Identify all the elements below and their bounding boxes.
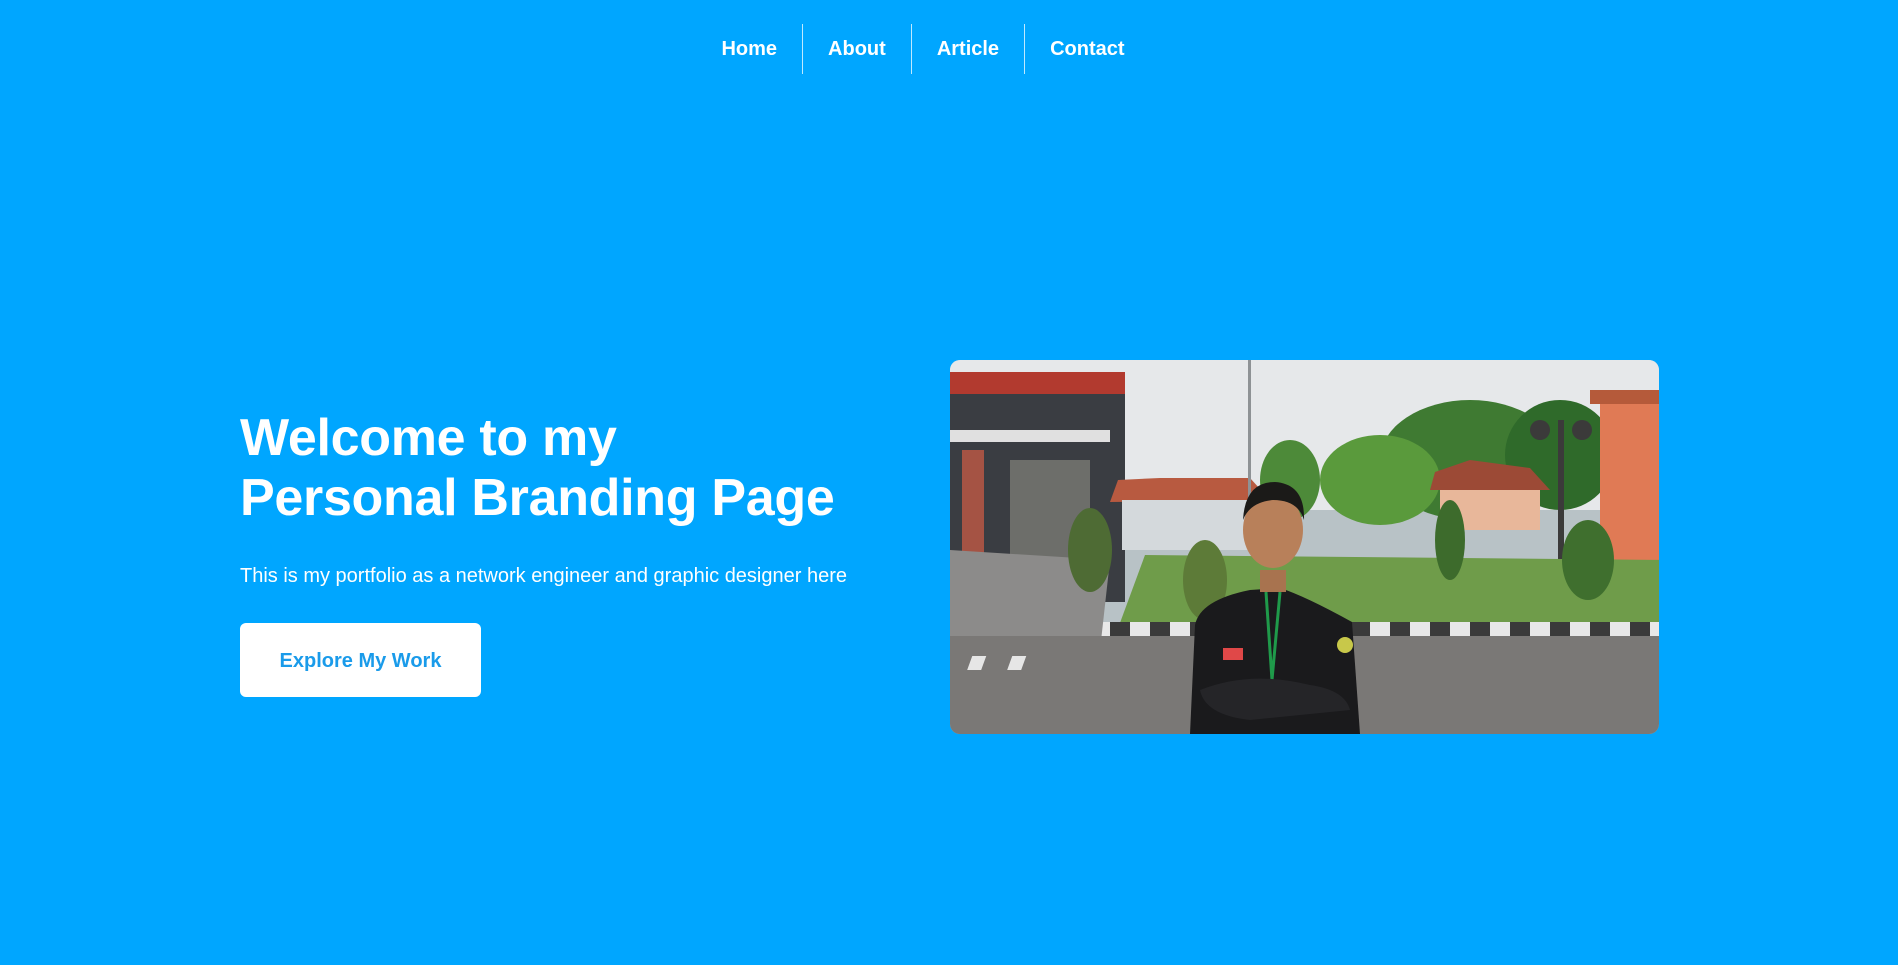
profile-photo bbox=[950, 360, 1659, 734]
nav-item-article[interactable]: Article bbox=[912, 24, 1024, 74]
main-nav: Home About Article Contact bbox=[0, 24, 1898, 74]
hero-description: This is my portfolio as a network engine… bbox=[240, 565, 847, 587]
nav-item-about[interactable]: About bbox=[803, 24, 911, 74]
profile-photo-image bbox=[950, 360, 1659, 734]
nav-item-home[interactable]: Home bbox=[696, 24, 802, 74]
nav-links: Home About Article Contact bbox=[696, 24, 1149, 74]
explore-work-button[interactable]: Explore My Work bbox=[240, 623, 481, 697]
hero-title-line-1: Welcome to my bbox=[240, 409, 617, 467]
nav-item-contact[interactable]: Contact bbox=[1025, 24, 1149, 74]
hero-title: Welcome to my Personal Branding Page bbox=[240, 408, 860, 528]
hero-text: Welcome to my Personal Branding Page Thi… bbox=[240, 408, 860, 697]
hero-title-line-2: Personal Branding Page bbox=[240, 469, 835, 527]
